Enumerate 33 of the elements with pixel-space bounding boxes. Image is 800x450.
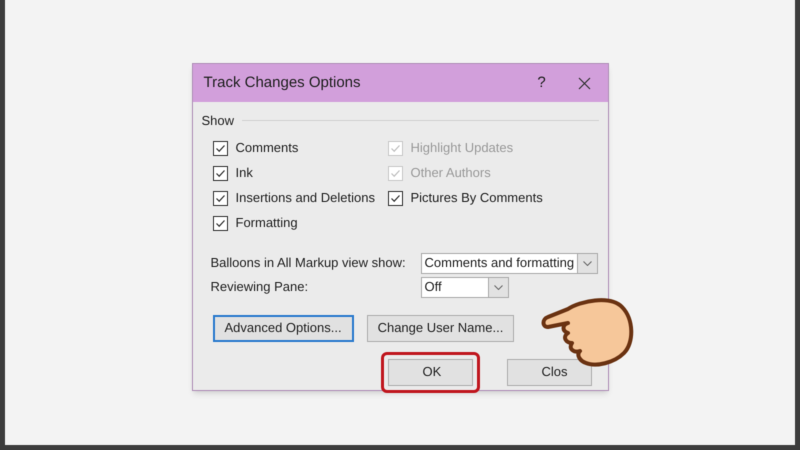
checkmark-icon <box>390 168 400 178</box>
dialog-button[interactable]: Change User Name... <box>366 314 514 342</box>
checkbox-label: Insertions and Deletions <box>236 189 375 208</box>
help-button[interactable]: ? <box>522 64 562 102</box>
checkbox-label: Highlight Updates <box>410 139 514 158</box>
checkmark-icon <box>214 168 226 178</box>
chevron-down-icon <box>494 284 502 290</box>
reviewing-pane-label: Reviewing Pane: <box>210 278 310 296</box>
checkbox[interactable] <box>212 190 228 206</box>
dialog-button[interactable]: Advanced Options... <box>212 314 354 342</box>
checkmark-icon <box>214 142 226 154</box>
balloons-label: Balloons in All Markup view show: <box>210 254 407 272</box>
section-label: Show <box>202 112 234 130</box>
checkmark-icon <box>214 192 226 204</box>
checkmark-icon <box>214 218 226 228</box>
checkbox[interactable] <box>388 190 402 206</box>
window-title: Track Changes Options <box>204 72 362 93</box>
checkbox[interactable] <box>212 140 228 156</box>
checkbox-label: Formatting <box>236 214 298 232</box>
checkbox[interactable] <box>212 166 228 180</box>
checkbox-label: Comments <box>236 139 298 158</box>
dialog-button[interactable]: OK <box>388 358 472 386</box>
checkmark-icon <box>390 192 400 204</box>
checkbox-label: Ink <box>236 164 253 182</box>
checkbox-label: Pictures By Comments <box>410 189 543 208</box>
checkmark-icon <box>390 142 400 154</box>
checkbox-label: Other Authors <box>410 164 491 182</box>
close-icon <box>578 76 591 90</box>
chevron-down-icon <box>583 260 592 266</box>
balloons-dropdown[interactable]: Comments and formatting <box>420 252 598 274</box>
checkbox[interactable] <box>212 216 228 230</box>
dialog-button[interactable]: Clos <box>506 358 592 386</box>
reviewing-pane-dropdown[interactable]: Off <box>420 276 508 298</box>
